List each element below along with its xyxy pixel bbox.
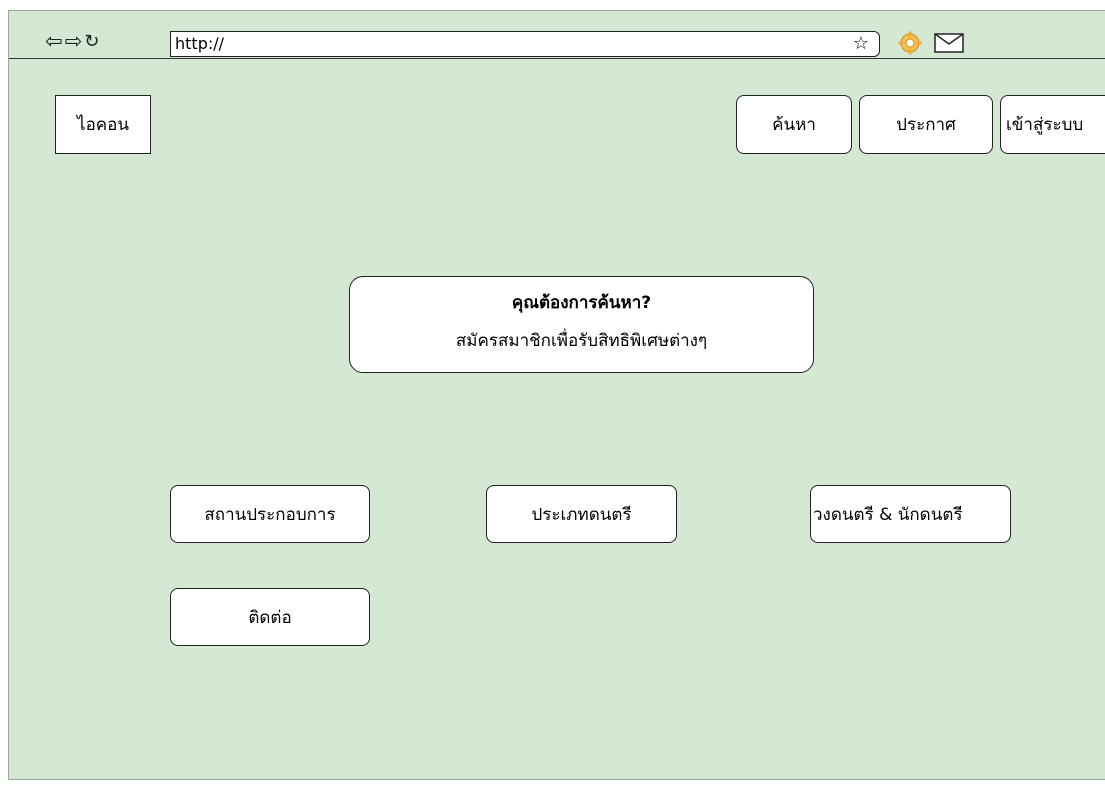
announce-button-label: ประกาศ xyxy=(896,115,956,135)
callout-title: คุณต้องการค้นหา? xyxy=(511,292,652,313)
login-button-label: เข้าสู่ระบบ xyxy=(1006,115,1084,135)
wireframe-canvas: ⇦ ⇨ ↻ http:// ☆ ไอคอน ค้นหา ประกาศ เข้าส… xyxy=(8,10,1105,780)
mail-icon[interactable] xyxy=(934,33,964,53)
login-button[interactable]: เข้าสู่ระบบ xyxy=(1000,95,1105,154)
page: ⇦ ⇨ ↻ http:// ☆ ไอคอน ค้นหา ประกาศ เข้าส… xyxy=(0,0,1105,787)
browser-toolbar-divider xyxy=(9,58,1105,59)
logo-label: ไอคอน xyxy=(77,115,129,135)
bands-musicians-button[interactable]: วงดนตรี & นักดนตรี xyxy=(810,485,1011,543)
back-arrow-icon[interactable]: ⇦ xyxy=(45,31,63,52)
contact-button[interactable]: ติดต่อ xyxy=(170,588,370,646)
search-prompt-callout: คุณต้องการค้นหา? สมัครสมาชิกเพื่อรับสิทธ… xyxy=(349,276,814,373)
url-text[interactable]: http:// xyxy=(175,35,224,53)
search-button-label: ค้นหา xyxy=(772,115,816,135)
venue-button-label: สถานประกอบการ xyxy=(204,504,336,525)
gear-icon[interactable] xyxy=(898,31,922,55)
announce-button[interactable]: ประกาศ xyxy=(859,95,993,154)
star-icon[interactable]: ☆ xyxy=(853,34,869,54)
reload-icon[interactable]: ↻ xyxy=(84,31,99,52)
venue-button[interactable]: สถานประกอบการ xyxy=(170,485,370,543)
browser-nav-controls: ⇦ ⇨ ↻ xyxy=(45,31,99,53)
callout-subtitle: สมัครสมาชิกเพื่อรับสิทธิพิเศษต่างๆ xyxy=(455,330,708,351)
forward-arrow-icon[interactable]: ⇨ xyxy=(65,31,83,52)
music-types-button-label: ประเภทดนตรี xyxy=(531,504,632,525)
search-button[interactable]: ค้นหา xyxy=(736,95,852,154)
bands-musicians-button-label: วงดนตรี & นักดนตรี xyxy=(813,504,963,525)
logo-placeholder[interactable]: ไอคอน xyxy=(55,95,151,154)
music-types-button[interactable]: ประเภทดนตรี xyxy=(486,485,677,543)
contact-button-label: ติดต่อ xyxy=(248,607,292,628)
address-bar[interactable]: http:// ☆ xyxy=(170,31,880,57)
